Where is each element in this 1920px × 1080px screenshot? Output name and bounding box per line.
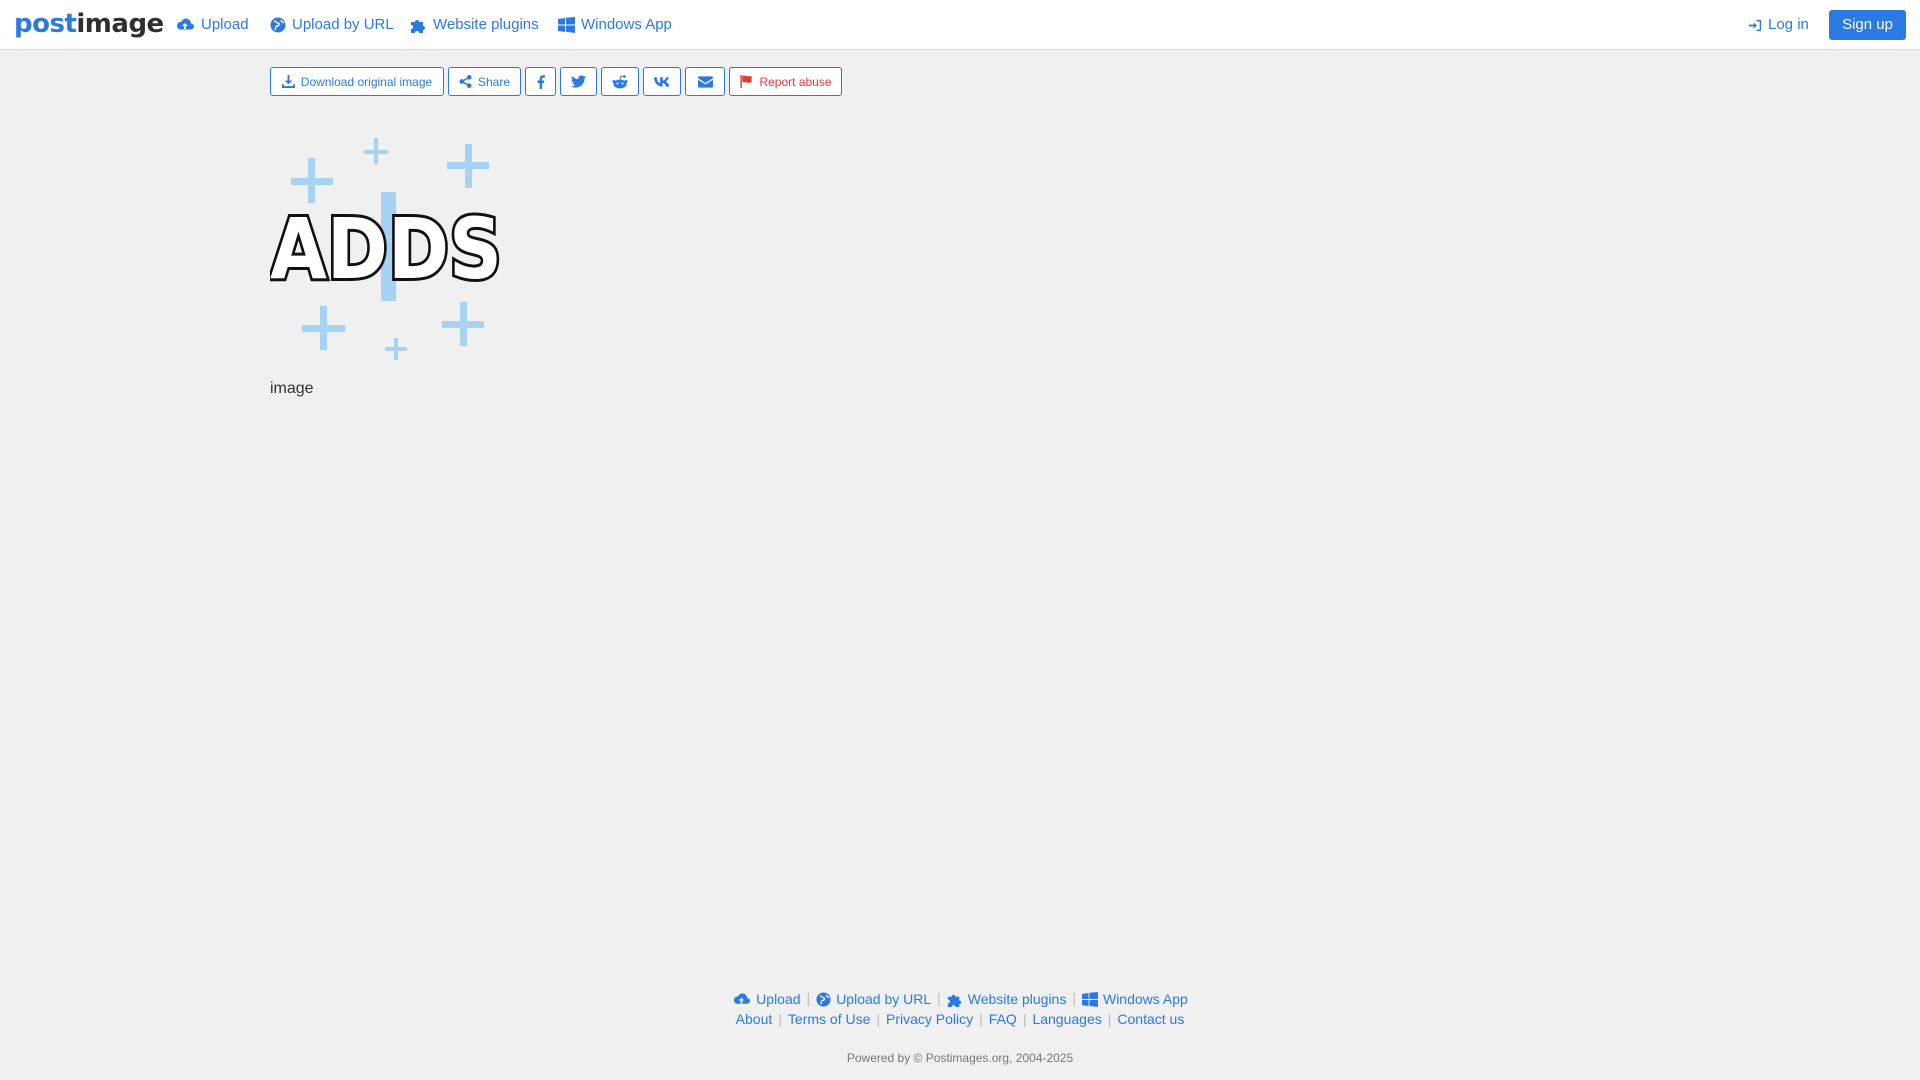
vk-share-button[interactable] <box>643 67 681 96</box>
flag-icon <box>740 75 753 88</box>
separator: | <box>876 1011 881 1027</box>
footer-languages-link[interactable]: Languages <box>1032 1011 1101 1027</box>
puzzle-icon <box>411 20 425 33</box>
globe-icon <box>270 17 286 33</box>
footer-faq-link[interactable]: FAQ <box>989 1011 1017 1027</box>
footer-contact-link[interactable]: Contact us <box>1117 1011 1184 1027</box>
navbar: postimage Upload Upload by URL Website p… <box>0 0 1920 50</box>
globe-icon <box>816 992 831 1007</box>
footer-terms-link[interactable]: Terms of Use <box>788 1011 870 1027</box>
separator: | <box>979 1011 983 1027</box>
vk-icon <box>653 76 669 87</box>
separator: | <box>806 990 811 1006</box>
windows-icon <box>558 17 575 33</box>
twitter-icon <box>571 75 586 88</box>
facebook-icon <box>537 74 545 89</box>
puzzle-icon <box>947 994 961 1007</box>
separator: | <box>1022 1011 1027 1027</box>
nav-website-plugins[interactable]: Website plugins <box>410 0 539 50</box>
signup-button[interactable]: Sign up <box>1829 10 1906 40</box>
separator: | <box>937 990 941 1006</box>
footer-about-link[interactable]: About <box>736 1011 773 1027</box>
separator: | <box>1072 990 1076 1006</box>
login-link[interactable]: Log in <box>1749 0 1809 50</box>
nav-windows-app[interactable]: Windows App <box>558 0 672 50</box>
report-abuse-button[interactable]: Report abuse <box>729 67 842 96</box>
nav-upload[interactable]: Upload <box>175 0 249 50</box>
separator: | <box>1107 1011 1112 1027</box>
footer-windows-app-link[interactable]: Windows App <box>1082 991 1188 1007</box>
footer-website-plugins-link[interactable]: Website plugins <box>947 991 1066 1007</box>
footer-upload-by-url-link[interactable]: Upload by URL <box>816 991 931 1007</box>
main-image[interactable]: ADDS <box>267 136 505 364</box>
footer-privacy-link[interactable]: Privacy Policy <box>886 1011 973 1027</box>
nav-upload-by-url[interactable]: Upload by URL <box>270 0 394 50</box>
windows-icon <box>1082 991 1098 1007</box>
logo-text: ADDS <box>270 200 502 298</box>
download-icon <box>281 75 295 88</box>
facebook-share-button[interactable] <box>525 67 556 96</box>
separator: | <box>778 1011 782 1027</box>
footer-upload-link[interactable]: Upload <box>732 991 801 1007</box>
reddit-icon <box>612 74 628 88</box>
powered-by-text: Powered by © Postimages.org, 2004-2025 <box>846 1051 1074 1065</box>
email-share-button[interactable] <box>685 67 725 96</box>
cloud-upload-icon <box>734 993 751 1004</box>
adds-logo-graphic: ADDS <box>267 138 505 360</box>
share-icon <box>459 75 472 88</box>
sign-in-icon <box>1749 19 1762 31</box>
logo[interactable]: postimage <box>14 9 164 39</box>
share-button[interactable]: Share <box>448 67 521 96</box>
twitter-share-button[interactable] <box>560 67 597 96</box>
image-caption: image <box>270 380 314 397</box>
footer-nav: Upload | Upload by URL | Website plugins… <box>0 990 1920 1007</box>
download-original-button[interactable]: Download original image <box>270 67 444 96</box>
envelope-icon <box>697 75 713 88</box>
cloud-upload-icon <box>176 18 194 30</box>
reddit-share-button[interactable] <box>601 67 639 96</box>
footer-links: About | Terms of Use | Privacy Policy | FAQ | La… <box>0 1011 1920 1027</box>
